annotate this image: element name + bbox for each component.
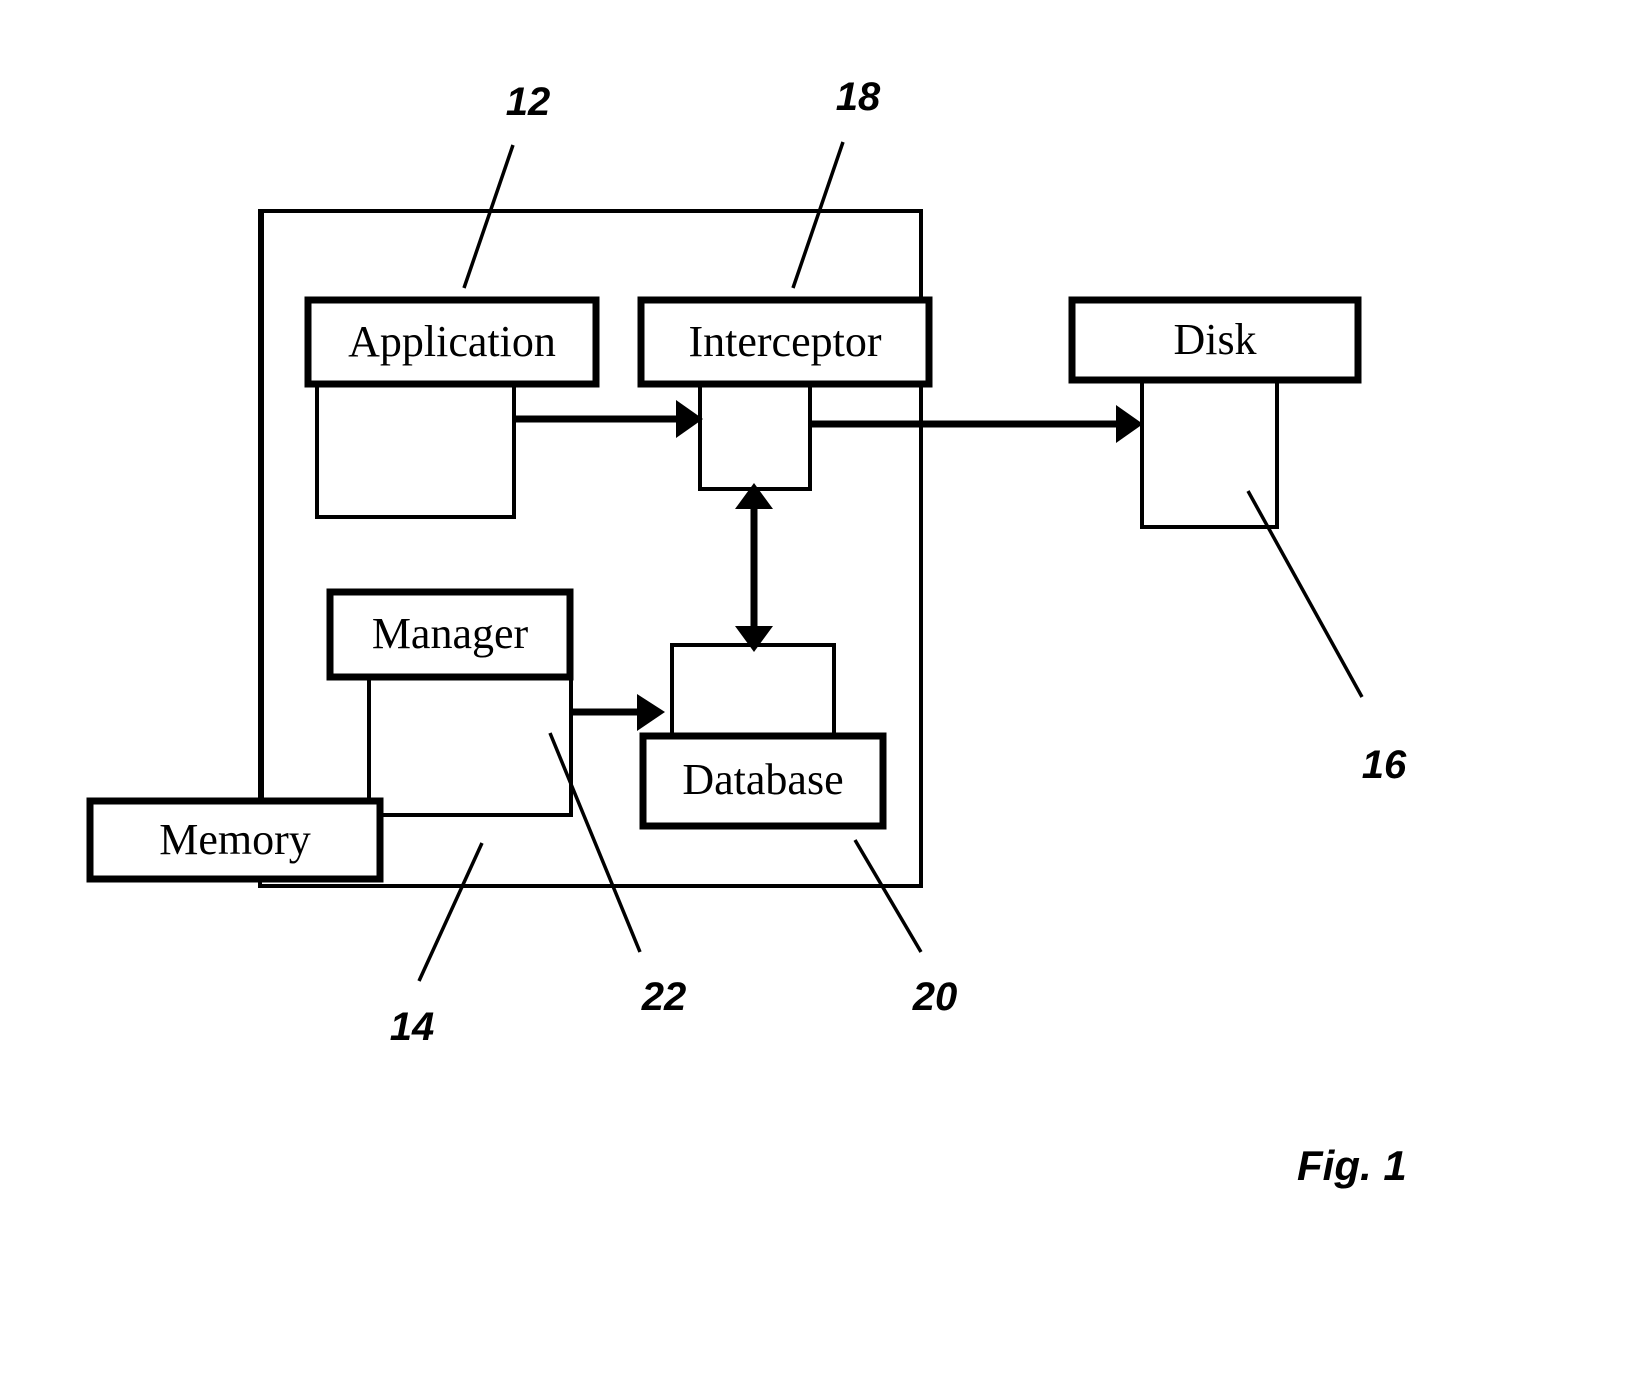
reference-numeral-18: 18 [836, 75, 881, 119]
interceptor-database-arrowhead-up [735, 483, 773, 509]
reference-numeral-22: 22 [641, 975, 687, 1019]
interceptor-to-disk-arrowhead [1116, 405, 1143, 443]
box-manager-label: Manager [372, 609, 529, 658]
interceptor-connector-outline [698, 384, 812, 491]
reference-numeral-12: 12 [506, 80, 551, 124]
box-interceptor-label: Interceptor [689, 317, 882, 366]
figure-caption: Fig. 1 [1297, 1142, 1407, 1189]
manager-connector-outline [367, 677, 573, 817]
lead-line-16 [1246, 490, 1364, 698]
database-connector-outline [670, 643, 836, 738]
reference-numeral-20: 20 [912, 975, 958, 1019]
box-database-label: Database [682, 755, 843, 804]
lead-line-20 [853, 839, 923, 953]
interceptor-database-arrowhead-down [735, 626, 773, 652]
diagram-canvas: Application Interceptor Disk Manager Dat… [86, 75, 1407, 1189]
lead-line-22 [548, 732, 642, 953]
lead-line-14 [417, 842, 484, 982]
application-connector-outline [315, 384, 516, 519]
lead-line-18 [791, 141, 845, 289]
manager-to-database-arrowhead [637, 694, 665, 731]
box-memory-label: Memory [159, 815, 311, 864]
patent-figure: Application Interceptor Disk Manager Dat… [0, 0, 1642, 1375]
reference-numeral-16: 16 [1362, 743, 1407, 787]
lead-line-12 [462, 144, 515, 289]
reference-numeral-14: 14 [390, 1005, 435, 1049]
box-application-label: Application [348, 317, 556, 366]
box-disk-label: Disk [1173, 315, 1256, 364]
